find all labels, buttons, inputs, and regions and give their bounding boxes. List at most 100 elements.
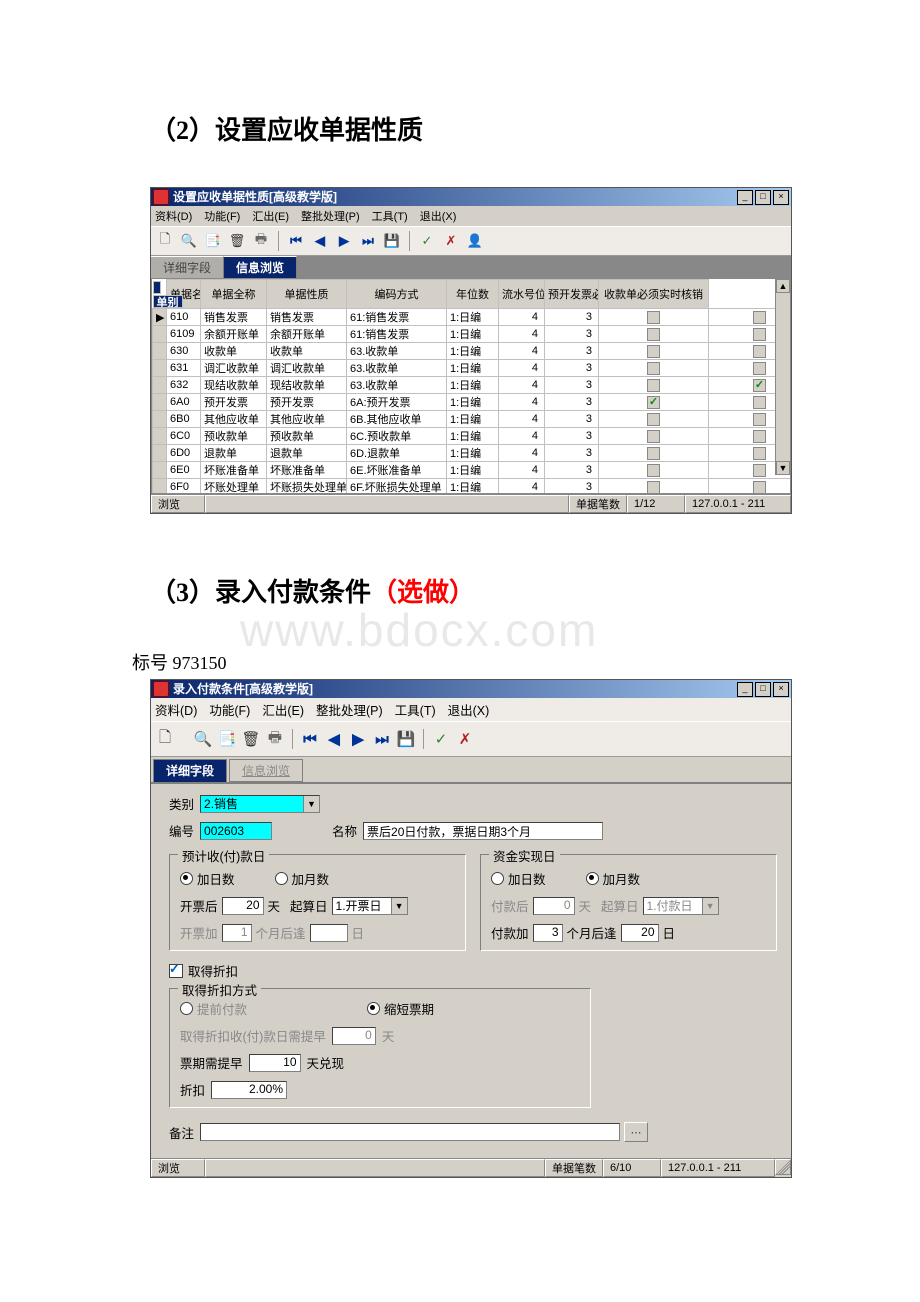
dropdown-icon-sd2[interactable]: ▼ (702, 898, 718, 914)
radio-add-months-1[interactable] (275, 872, 288, 885)
maximize-button-2[interactable]: □ (755, 682, 771, 697)
table-row[interactable]: 6E0坏账准备单坏账准备单6E.坏账准备单1:日编43 (153, 462, 792, 479)
dropdown-icon[interactable]: ▼ (303, 796, 319, 812)
preview-icon-2[interactable]: 🔍 (193, 729, 213, 749)
maximize-button[interactable]: □ (755, 190, 771, 205)
dropdown-icon-sd1[interactable]: ▼ (391, 898, 407, 914)
col-chk1[interactable]: 预开发票必须核对订单 (545, 280, 599, 309)
col-chk2[interactable]: 收款单必须实时核销 (599, 280, 709, 309)
resize-grip[interactable] (775, 1159, 791, 1175)
cell-chk1[interactable] (599, 445, 709, 462)
cancel-icon-2[interactable]: ✗ (455, 729, 475, 749)
confirm-icon[interactable]: ✓ (417, 231, 437, 251)
menu2-data[interactable]: 资料(D) (155, 700, 197, 719)
new-doc-icon[interactable]: 🗋 (155, 231, 175, 251)
table-row[interactable]: ▶610销售发票销售发票61:销售发票1:日编43 (153, 309, 792, 326)
save-icon[interactable]: 💾 (382, 231, 402, 251)
nav-prev-icon-2[interactable]: ◀ (324, 729, 344, 749)
col-nature[interactable]: 单据性质 (267, 280, 347, 309)
cell-chk1[interactable] (599, 377, 709, 394)
code-input[interactable]: 002603 (200, 822, 272, 840)
grid-vscroll[interactable]: ▲ ▼ (775, 279, 790, 475)
table-row[interactable]: 630收款单收款单63.收款单1:日编43 (153, 343, 792, 360)
cell-chk2[interactable] (709, 479, 792, 494)
cell-chk1[interactable] (599, 411, 709, 428)
radio-early-pay[interactable] (180, 1002, 193, 1015)
table-row[interactable]: 6D0退款单退款单6D.退款单1:日编43 (153, 445, 792, 462)
radio-add-days-1[interactable] (180, 872, 193, 885)
nav-next-icon-2[interactable]: ▶ (348, 729, 368, 749)
col-full[interactable]: 单据全称 (201, 280, 267, 309)
col-seq[interactable]: 流水号位数 (499, 280, 545, 309)
minimize-button[interactable]: _ (737, 190, 753, 205)
after-invoice-days[interactable]: 20 (222, 897, 264, 915)
get-discount-checkbox[interactable] (169, 964, 183, 978)
delete-icon-2[interactable]: 🗑 (241, 729, 261, 749)
col-yr[interactable]: 年位数 (447, 280, 499, 309)
cell-chk1[interactable] (599, 343, 709, 360)
tab-browse-2[interactable]: 信息浏览 (229, 759, 303, 782)
cell-chk1[interactable] (599, 394, 709, 411)
menu2-exit[interactable]: 退出(X) (448, 700, 490, 719)
category-select[interactable]: 2.销售 ▼ (200, 795, 320, 813)
name-input[interactable]: 票后20日付款，票据日期3个月 (363, 822, 603, 840)
nav-last-icon[interactable]: ⏭ (358, 231, 378, 251)
close-button-2[interactable]: × (773, 682, 789, 697)
tab-detail-2[interactable]: 详细字段 (153, 759, 227, 782)
print-icon[interactable]: 🖶 (251, 231, 271, 251)
minimize-button-2[interactable]: _ (737, 682, 753, 697)
cell-chk1[interactable] (599, 360, 709, 377)
save-icon-2[interactable]: 💾 (396, 729, 416, 749)
scroll-down-icon[interactable]: ▼ (776, 461, 790, 475)
col-code[interactable]: 单别 (153, 295, 183, 308)
nav-first-icon-2[interactable]: ⏮ (300, 729, 320, 749)
cell-chk1[interactable] (599, 428, 709, 445)
titlebar-1[interactable]: 设置应收单据性质[高级教学版] _ □ × (151, 188, 791, 206)
scroll-up-icon[interactable]: ▲ (776, 279, 790, 293)
preview-icon[interactable]: 🔍 (179, 231, 199, 251)
new-doc-icon-2[interactable]: 🗋 (155, 729, 175, 749)
nav-first-icon[interactable]: ⏮ (286, 231, 306, 251)
table-row[interactable]: 6A0预开发票预开发票6A:预开发票1:日编43 (153, 394, 792, 411)
user-icon[interactable]: 👤 (465, 231, 485, 251)
menu2-batch[interactable]: 整批处理(P) (316, 700, 383, 719)
remark-lookup-button[interactable]: ⋯ (624, 1122, 648, 1142)
col-enc[interactable]: 编码方式 (347, 280, 447, 309)
menu-tools[interactable]: 工具(T) (372, 208, 408, 224)
cell-chk1[interactable] (599, 309, 709, 326)
pay-plus-val[interactable]: 3 (533, 924, 563, 942)
bill-early-val[interactable]: 10 (249, 1054, 301, 1072)
nav-next-icon[interactable]: ▶ (334, 231, 354, 251)
menu-data[interactable]: 资料(D) (155, 208, 192, 224)
radio-add-days-2[interactable] (491, 872, 504, 885)
cell-chk1[interactable] (599, 462, 709, 479)
radio-shorten-bill[interactable] (367, 1002, 380, 1015)
tab-browse-1[interactable]: 信息浏览 (224, 256, 297, 278)
table-row[interactable]: 631调汇收款单调汇收款单63.收款单1:日编43 (153, 360, 792, 377)
cancel-icon[interactable]: ✗ (441, 231, 461, 251)
nav-last-icon-2[interactable]: ⏭ (372, 729, 392, 749)
close-button[interactable]: × (773, 190, 789, 205)
table-row[interactable]: 6B0其他应收单其他应收单6B.其他应收单1:日编43 (153, 411, 792, 428)
menu2-export[interactable]: 汇出(E) (262, 700, 304, 719)
confirm-icon-2[interactable]: ✓ (431, 729, 451, 749)
cell-chk1[interactable] (599, 479, 709, 494)
menu2-tools[interactable]: 工具(T) (395, 700, 436, 719)
start-date-select-2[interactable]: 1.付款日 ▼ (643, 897, 719, 915)
titlebar-2[interactable]: 录入付款条件[高级教学版] _ □ × (151, 680, 791, 698)
remark-input[interactable] (200, 1123, 620, 1141)
tab-detail-1[interactable]: 详细字段 (151, 256, 224, 278)
menu-func[interactable]: 功能(F) (204, 208, 240, 224)
pay-plus-day[interactable]: 20 (621, 924, 659, 942)
table-row[interactable]: 6109余额开账单余额开账单61:销售发票1:日编43 (153, 326, 792, 343)
table-row[interactable]: 6F0坏账处理单坏账损失处理单6F.坏账损失处理单1:日编43 (153, 479, 792, 494)
start-date-select-1[interactable]: 1.开票日 ▼ (332, 897, 408, 915)
print-icon-2[interactable]: 🖶 (265, 729, 285, 749)
menu-export[interactable]: 汇出(E) (252, 208, 289, 224)
copy-icon[interactable]: 📑 (203, 231, 223, 251)
copy-icon-2[interactable]: 📑 (217, 729, 237, 749)
delete-icon[interactable]: 🗑 (227, 231, 247, 251)
table-row[interactable]: 6C0预收款单预收款单6C.预收款单1:日编43 (153, 428, 792, 445)
cell-chk1[interactable] (599, 326, 709, 343)
menu2-func[interactable]: 功能(F) (209, 700, 250, 719)
